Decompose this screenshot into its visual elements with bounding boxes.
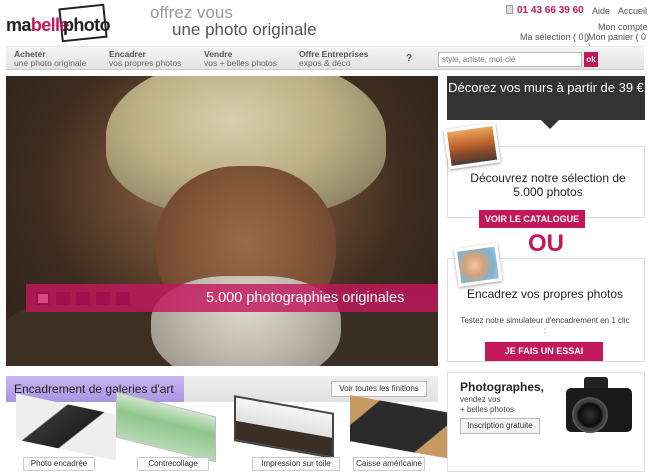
logo[interactable]: mabelle photo (4, 3, 111, 43)
inscription-gratuite-button[interactable]: Inscription gratuite (460, 418, 540, 434)
nav-item-vendre[interactable]: Vendre vos + belles photos (204, 50, 277, 68)
link-accueil[interactable]: Accueil (618, 6, 647, 16)
logo-text-ma: mabelle (6, 15, 69, 35)
thumb-impression-toile[interactable] (234, 395, 334, 459)
slide-dot-5[interactable] (116, 292, 130, 305)
promo-arrow-icon (541, 120, 559, 129)
photographers-subtitle-line1: vendez vos (460, 395, 501, 404)
camera-lens-icon (572, 397, 608, 433)
photographers-title: Photographes, (460, 380, 545, 394)
link-aide[interactable]: Aide (592, 6, 610, 16)
nav-item-subtitle: une photo originale (14, 58, 87, 68)
hero-caption-bar: 5.000 photographies originales (26, 284, 438, 312)
gallery-title: Encadrement de galeries d'art (14, 382, 174, 396)
nav-item-encadrer[interactable]: Encadrer vos propres photos (109, 50, 181, 68)
help-link[interactable]: ? (406, 53, 412, 64)
slide-dot-3[interactable] (76, 292, 90, 305)
tagline-line2: une photo originale (172, 20, 317, 39)
phone-number-text: 01 43 66 39 60 (517, 5, 584, 16)
voir-catalogue-button[interactable]: VOIR LE CATALOGUE (479, 210, 585, 228)
catalogue-text: Découvrez notre sélection de 5.000 photo… (470, 171, 626, 199)
or-separator: OU (528, 230, 564, 257)
link-mon-compte[interactable]: Mon compte (598, 22, 648, 32)
label-contrecollage[interactable]: Contrecollage (137, 457, 209, 471)
nav-item-subtitle: vos + belles photos (204, 58, 278, 68)
link-separator: | (584, 32, 587, 42)
photographers-subtitle: vendez vos + belles photos (460, 395, 514, 415)
thumb-caisse-americaine[interactable] (350, 395, 450, 459)
voir-finitions-button[interactable]: Voir toutes les finitions (331, 381, 427, 397)
hero-caption: 5.000 photographies originales (206, 290, 405, 306)
catalogue-thumbnail (443, 122, 501, 170)
nav-item-acheter[interactable]: Acheter une photo originale (14, 50, 86, 68)
main-nav: Acheter une photo originale Encadrer vos… (6, 46, 644, 70)
thumb-photo-encadree[interactable] (16, 393, 116, 461)
phone-icon (506, 5, 513, 14)
promo-text: Décorez vos murs à partir de 39 € (448, 80, 644, 95)
slide-dot-4[interactable] (96, 292, 110, 305)
faire-essai-button[interactable]: JE FAIS UN ESSAI (485, 342, 603, 361)
label-impression-toile[interactable]: Impression sur toile (252, 457, 340, 471)
phone-number: 01 43 66 39 60 (506, 5, 584, 16)
hero-slideshow[interactable]: 5.000 photographies originales (6, 76, 438, 366)
encadrez-thumbnail (453, 243, 503, 287)
link-ma-selection[interactable]: Ma sélection ( 0 ) (520, 32, 589, 42)
nav-item-subtitle: expos & déco (299, 58, 351, 68)
thumb-contrecollage[interactable] (116, 391, 216, 463)
label-caisse-americaine[interactable]: Caisse américaine (353, 457, 425, 471)
nav-item-offre-entreprises[interactable]: Offre Entreprises expos & déco (299, 50, 368, 68)
nav-item-subtitle: vos propres photos (109, 58, 182, 68)
search-ok-button[interactable]: ok (584, 52, 598, 67)
label-photo-encadree[interactable]: Photo encadrée (23, 457, 95, 471)
photographers-subtitle-line2: + belles photos (460, 405, 515, 414)
encadrez-title: Encadrez vos propres photos (466, 287, 624, 301)
encadrez-subtitle: Testez notre simulateur d'encadrement en… (460, 316, 630, 335)
slide-dot-1[interactable] (36, 292, 50, 305)
search-input[interactable] (438, 52, 582, 67)
slide-dot-2[interactable] (56, 292, 70, 305)
promo-banner: Décorez vos murs à partir de 39 € (447, 76, 645, 120)
logo-text-photo: photo (63, 15, 111, 35)
